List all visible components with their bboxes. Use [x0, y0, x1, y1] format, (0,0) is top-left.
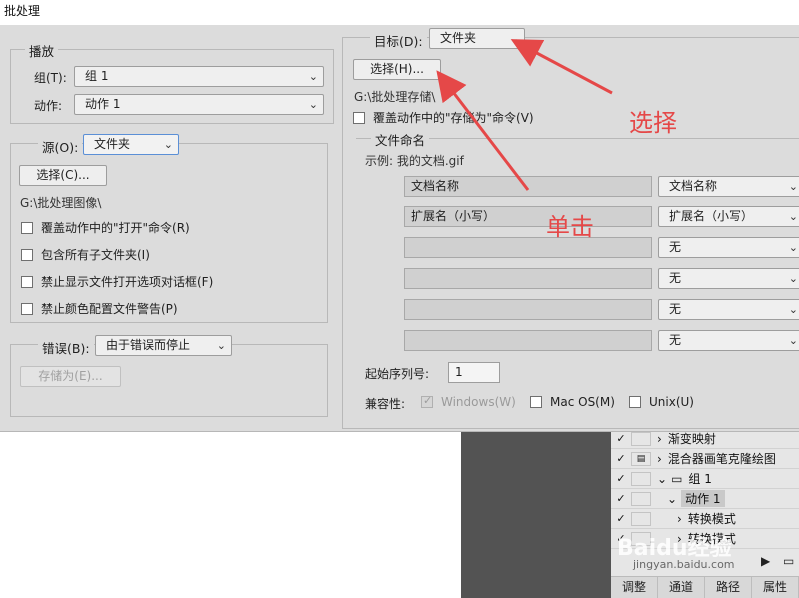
watermark-url: jingyan.baidu.com — [633, 558, 735, 571]
arrow-to-destination-select — [510, 39, 613, 95]
annotation-select-text: 选择 — [629, 109, 677, 137]
annotation-arrows — [436, 39, 613, 191]
arrow-to-choose-button — [436, 70, 530, 191]
annotation-click-text: 单击 — [546, 213, 594, 241]
